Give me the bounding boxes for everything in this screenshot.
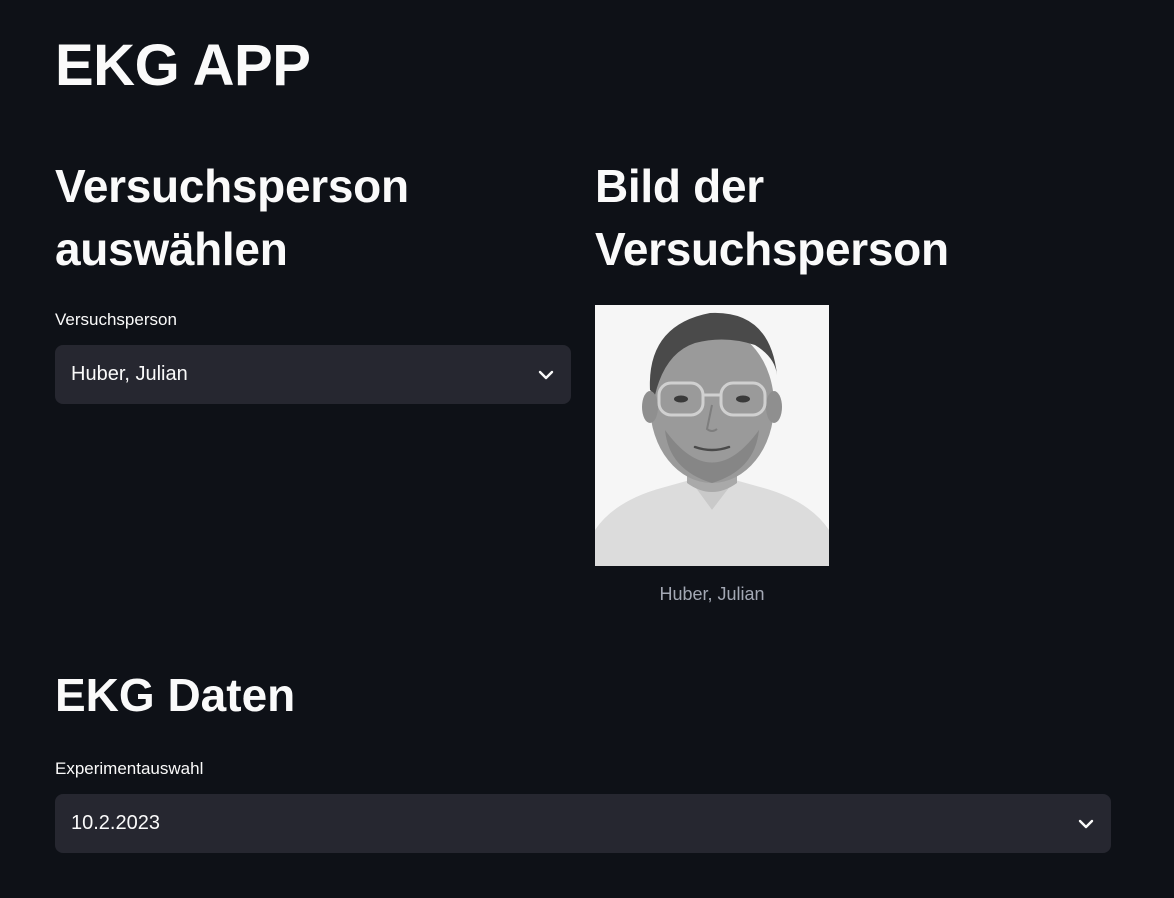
subject-section-heading: Versuchsperson auswählen [55,160,409,275]
experiment-select[interactable]: 10.2.2023 [55,794,1111,853]
experiment-select-value: 10.2.2023 [71,812,160,834]
subject-select-value: Huber, Julian [71,363,188,385]
experiment-select-group: Experimentauswahl 10.2.2023 [55,758,1111,853]
subject-select-group: Versuchsperson Huber, Julian [55,309,571,404]
subject-select[interactable]: Huber, Julian [55,345,571,404]
experiment-select-label: Experimentauswahl [55,759,204,778]
image-column: Bild der Versuchsperson Huber, Julian [595,155,1111,605]
chevron-down-icon [537,366,555,384]
subject-column: Versuchsperson auswählen Versuchsperson … [55,155,571,404]
subject-select-label: Versuchsperson [55,310,177,329]
subject-image-caption: Huber, Julian [659,584,765,604]
ekg-section-heading: EKG Daten [55,669,296,721]
image-section-heading: Bild der Versuchsperson [595,160,949,275]
chevron-down-icon [1077,815,1095,833]
app-title: EKG APP [55,33,311,98]
subject-photo [595,305,829,566]
app-page: EKG APP Versuchsperson auswählen Versuch… [0,0,1174,898]
subject-image-container: Huber, Julian [595,305,829,605]
